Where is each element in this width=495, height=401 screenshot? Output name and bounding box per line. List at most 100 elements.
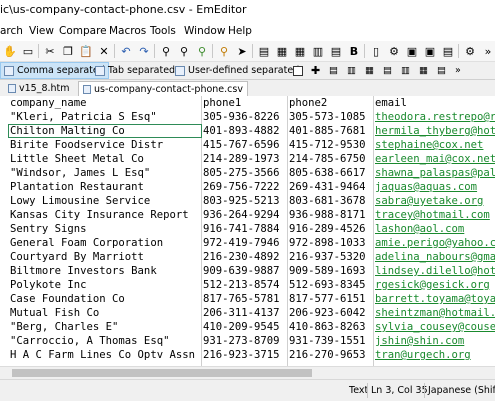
company-cell[interactable]: "Carroccio, A Thomas Esq" — [10, 334, 200, 349]
phone1-cell[interactable]: 415-767-6596 — [203, 138, 287, 153]
email-link[interactable]: tran@urgech.org — [375, 348, 495, 363]
page-icon[interactable]: ▯ — [368, 43, 384, 59]
company-cell[interactable]: Plantation Restaurant — [10, 180, 200, 195]
email-link[interactable]: barrett.toyama@toyam — [375, 292, 495, 307]
header-cell[interactable]: company_name — [10, 96, 200, 111]
phone1-cell[interactable]: 972-419-7946 — [203, 236, 287, 251]
phone1-cell[interactable]: 916-741-7884 — [203, 222, 287, 237]
phone2-cell[interactable]: 216-270-9653 — [289, 348, 373, 363]
csv-rows-button[interactable]: ▤ — [380, 62, 395, 79]
phone1-cell[interactable]: 817-765-5781 — [203, 292, 287, 307]
settings-icon[interactable]: ⚙ — [462, 43, 478, 59]
grid-icon[interactable]: ▦ — [292, 43, 308, 59]
phone1-cell[interactable]: 269-756-7222 — [203, 180, 287, 195]
wrap-icon[interactable]: ▦ — [274, 43, 290, 59]
menu-search[interactable]: arch — [0, 25, 23, 37]
phone2-cell[interactable]: 805-638-6617 — [289, 166, 373, 181]
company-cell[interactable]: "Windsor, James L Esq" — [10, 166, 200, 181]
redo-icon[interactable]: ↷ — [136, 43, 152, 59]
email-link[interactable]: sheintzman@hotmail.c — [375, 306, 495, 321]
phone2-cell[interactable]: 410-863-8263 — [289, 320, 373, 335]
phone2-cell[interactable]: 931-739-1551 — [289, 334, 373, 349]
find-next-icon[interactable]: ⚲ — [176, 43, 192, 59]
csv-join-button[interactable]: ▥ — [398, 62, 413, 79]
chart-icon[interactable]: ▤ — [440, 43, 456, 59]
company-cell[interactable]: Polykote Inc — [10, 278, 200, 293]
csv-split-button[interactable]: ▦ — [416, 62, 431, 79]
email-link[interactable]: adelina_nabours@gmai — [375, 250, 495, 265]
menu-help[interactable]: Help — [228, 25, 252, 37]
menu-tools[interactable]: Tools — [150, 25, 176, 37]
csv-more-button[interactable]: » — [452, 62, 464, 79]
go-to-icon[interactable]: ➤ — [234, 43, 250, 59]
email-link[interactable]: lashon@aol.com — [375, 222, 495, 237]
email-link[interactable]: hermila_thyberg@hotm — [375, 124, 495, 139]
company-cell[interactable]: Kansas City Insurance Report — [10, 208, 200, 223]
phone1-cell[interactable]: 305-936-8226 — [203, 110, 287, 125]
company-cell[interactable]: Sentry Signs — [10, 222, 200, 237]
phone1-cell[interactable]: 206-311-4137 — [203, 306, 287, 321]
menu-window[interactable]: Window — [184, 25, 225, 37]
csv-columns-button[interactable]: ▦ — [362, 62, 377, 79]
horizontal-scrollbar[interactable] — [0, 366, 495, 379]
phone1-cell[interactable]: 216-230-4892 — [203, 250, 287, 265]
more-icon[interactable]: » — [480, 43, 495, 59]
phone1-cell[interactable]: 931-273-8709 — [203, 334, 287, 349]
replace-icon[interactable]: ⚲ — [194, 43, 210, 59]
bold-icon[interactable]: B — [346, 43, 362, 59]
status-mode[interactable]: Text — [349, 385, 368, 396]
undo-icon[interactable]: ↶ — [118, 43, 134, 59]
company-cell[interactable]: Birite Foodservice Distr — [10, 138, 200, 153]
email-link[interactable]: stephaine@cox.net — [375, 138, 495, 153]
phone1-cell[interactable]: 401-893-4882 — [203, 124, 287, 139]
phone2-cell[interactable]: 206-923-6042 — [289, 306, 373, 321]
company-cell[interactable]: Little Sheet Metal Co — [10, 152, 200, 167]
delete-icon[interactable]: ✕ — [96, 43, 112, 59]
header-cell[interactable]: phone2 — [289, 96, 373, 111]
header-cell[interactable]: email — [375, 96, 495, 111]
phone1-cell[interactable]: 803-925-5213 — [203, 194, 287, 209]
company-cell[interactable]: "Kleri, Patricia S Esq" — [10, 110, 200, 125]
csv-filter-button[interactable]: ▥ — [344, 62, 359, 79]
phone1-cell[interactable]: 936-264-9294 — [203, 208, 287, 223]
company-cell[interactable]: H A C Farm Lines Co Optv Assn — [10, 348, 200, 363]
company-cell[interactable]: Biltmore Investors Bank — [10, 264, 200, 279]
menu-view[interactable]: View — [29, 25, 54, 37]
company-cell[interactable]: "Berg, Charles E" — [10, 320, 200, 335]
company-cell[interactable]: General Foam Corporation — [10, 236, 200, 251]
hand-icon[interactable]: ✋ — [2, 43, 18, 59]
csv-heading-button[interactable]: ▤ — [434, 62, 449, 79]
phone1-cell[interactable]: 909-639-9887 — [203, 264, 287, 279]
email-link[interactable]: shawna_palaspas@palas — [375, 166, 495, 181]
csv-editor[interactable]: company_name phone1 phone2 email "Kleri,… — [0, 96, 495, 366]
phone2-cell[interactable]: 909-589-1693 — [289, 264, 373, 279]
company-cell[interactable]: Case Foundation Co — [10, 292, 200, 307]
search-files-icon[interactable]: ⚲ — [216, 43, 232, 59]
print-icon[interactable]: ▭ — [20, 43, 36, 59]
company-cell[interactable]: Mutual Fish Co — [10, 306, 200, 321]
phone2-cell[interactable]: 305-573-1085 — [289, 110, 373, 125]
list-icon[interactable]: ▤ — [328, 43, 344, 59]
email-link[interactable]: amie.perigo@yahoo.co — [375, 236, 495, 251]
header-cell[interactable]: phone1 — [203, 96, 287, 111]
csv-mode-tab[interactable]: Tab separated — [92, 62, 178, 79]
copy-icon[interactable]: ❐ — [60, 43, 76, 59]
csv-add-column-button[interactable]: ✚ — [308, 62, 323, 79]
find-icon[interactable]: ⚲ — [158, 43, 174, 59]
status-position[interactable]: Ln 3, Col 35 — [371, 385, 428, 396]
phone1-cell[interactable]: 805-275-3566 — [203, 166, 287, 181]
phone2-cell[interactable]: 936-988-8171 — [289, 208, 373, 223]
menu-compare[interactable]: Compare — [59, 25, 107, 37]
phone2-cell[interactable]: 415-712-9530 — [289, 138, 373, 153]
phone2-cell[interactable]: 401-885-7681 — [289, 124, 373, 139]
email-link[interactable]: tracey@hotmail.com — [375, 208, 495, 223]
tab-us-company-contact-phone[interactable]: us-company-contact-phone.csv — [78, 81, 248, 96]
columns-icon[interactable]: ▤ — [256, 43, 272, 59]
phone2-cell[interactable]: 216-937-5320 — [289, 250, 373, 265]
paste-icon[interactable]: 📋 — [78, 43, 94, 59]
csv-mode-user-defined[interactable]: User-defined separated — [172, 62, 302, 79]
phone2-cell[interactable]: 214-785-6750 — [289, 152, 373, 167]
email-link[interactable]: theodora.restrepo@re — [375, 110, 495, 125]
email-link[interactable]: rgesick@gesick.org — [375, 278, 495, 293]
plugin-icon[interactable]: ⚙ — [386, 43, 402, 59]
